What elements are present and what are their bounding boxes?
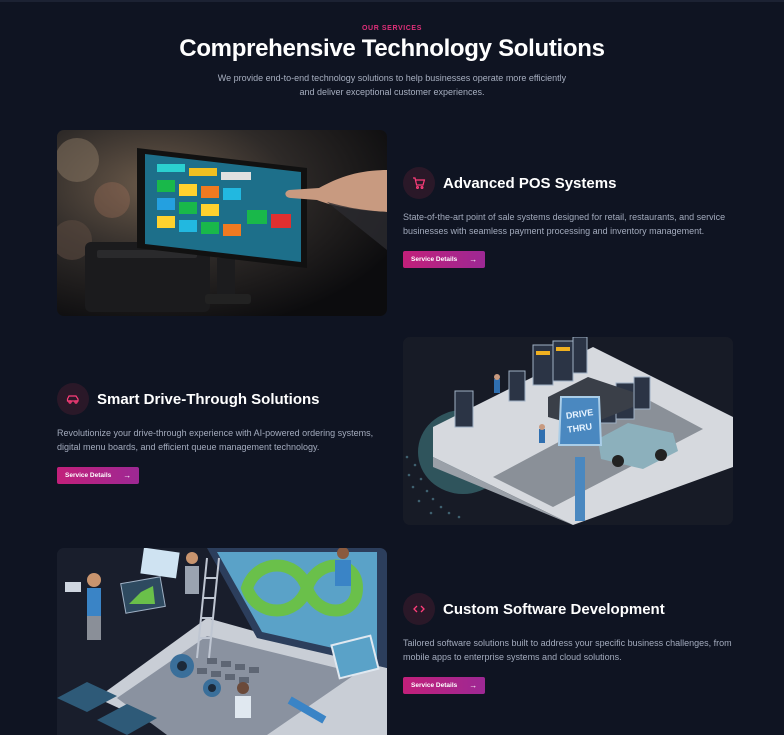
arrow-right-icon: →	[469, 255, 478, 264]
top-divider	[0, 0, 784, 2]
section-eyebrow: OUR SERVICES	[362, 25, 422, 32]
drive-through-image: DRIVE THRU	[403, 337, 733, 525]
service-description: State-of-the-art point of sale systems d…	[403, 212, 726, 236]
arrow-right-icon: →	[123, 471, 132, 480]
service-description: Revolutionize your drive-through experie…	[57, 428, 374, 452]
section-title: Comprehensive Technology Solutions	[179, 35, 605, 62]
service-title: Smart Drive-Through Solutions	[97, 390, 320, 408]
cart-icon	[403, 167, 435, 199]
button-label: Service Details	[411, 256, 458, 263]
service-details-button[interactable]: Service Details →	[57, 467, 140, 484]
software-development-image	[57, 548, 387, 735]
arrow-right-icon: →	[469, 681, 478, 690]
service-details-button[interactable]: Service Details →	[403, 251, 486, 268]
service-title: Advanced POS Systems	[443, 174, 617, 192]
button-label: Service Details	[411, 682, 458, 689]
service-details-button[interactable]: Service Details →	[403, 677, 486, 694]
car-icon	[57, 383, 89, 415]
service-drive-through: Smart Drive-Through Solutions Revolution…	[57, 383, 387, 484]
service-custom-software: Custom Software Development Tailored sof…	[403, 593, 733, 694]
pos-system-image	[57, 130, 387, 316]
service-description: Tailored software solutions built to add…	[403, 638, 732, 662]
section-subtitle: We provide end-to-end technology solutio…	[217, 73, 567, 97]
button-label: Service Details	[65, 472, 112, 479]
code-icon	[403, 593, 435, 625]
service-title: Custom Software Development	[443, 600, 665, 618]
service-pos: Advanced POS Systems State-of-the-art po…	[403, 167, 733, 268]
